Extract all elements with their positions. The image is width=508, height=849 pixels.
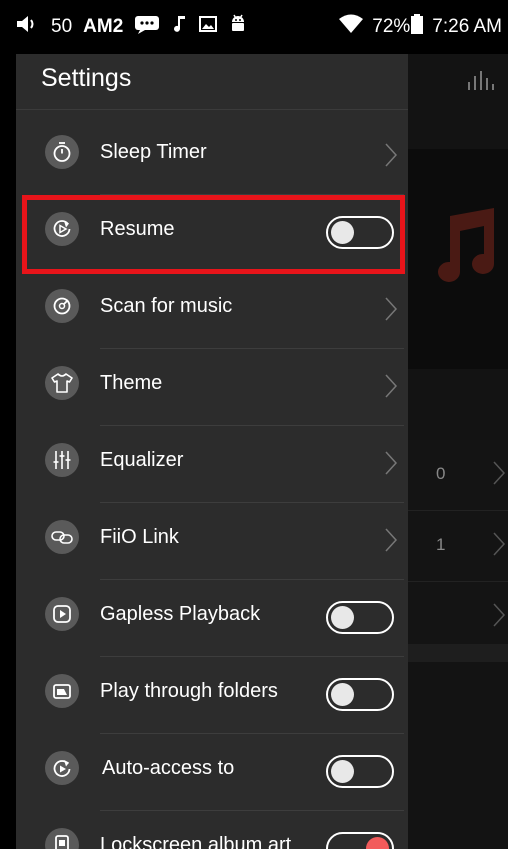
play-through-folders-toggle[interactable]	[326, 678, 394, 711]
music-note-small-icon	[171, 14, 187, 40]
background-rows: 0 1	[408, 440, 508, 653]
chevron-right-icon	[492, 602, 506, 633]
chevron-right-icon	[384, 373, 398, 399]
folder-play-icon	[45, 674, 79, 708]
chevron-right-icon	[492, 460, 506, 491]
timer-icon	[45, 135, 79, 169]
settings-item-scan-for-music[interactable]: Scan for music	[16, 272, 408, 349]
theme-shirt-icon	[45, 366, 79, 400]
resume-highlight-box	[22, 195, 405, 274]
background-row[interactable]	[408, 582, 508, 653]
volume-icon	[16, 14, 40, 40]
toggle-knob	[331, 760, 354, 783]
settings-item-gapless-playback[interactable]: Gapless Playback	[16, 580, 408, 657]
music-note-icon	[428, 206, 500, 286]
toggle-knob	[331, 683, 354, 706]
settings-drawer: Settings Sleep Timer Resume Scan for mus…	[16, 54, 408, 849]
volume-level: 50	[51, 16, 73, 37]
gapless-icon	[45, 597, 79, 631]
chevron-right-icon	[384, 142, 398, 168]
lockscreen-album-art-toggle[interactable]	[326, 832, 394, 849]
gallery-icon	[198, 14, 218, 40]
android-icon	[229, 13, 247, 41]
chevron-right-icon	[384, 296, 398, 322]
battery-icon	[410, 13, 424, 41]
status-right: 72% 7:26 AM	[338, 0, 502, 54]
status-bar: 50 AM2 72% 7:26 AM	[0, 0, 508, 54]
background-separator	[408, 644, 508, 662]
toggle-knob	[331, 606, 354, 629]
toggle-knob	[366, 837, 389, 849]
settings-item-label: Sleep Timer	[100, 141, 207, 163]
background-row-value: 1	[436, 535, 446, 554]
settings-item-equalizer[interactable]: Equalizer	[16, 426, 408, 503]
battery-percent: 72%	[372, 16, 411, 37]
auto-access-icon	[45, 751, 79, 785]
settings-item-label: Equalizer	[100, 449, 184, 471]
settings-item-label: Auto-access to	[102, 757, 235, 779]
wifi-icon	[338, 14, 364, 40]
settings-item-lockscreen-album-art[interactable]: Lockscreen album art	[16, 811, 408, 849]
background-row[interactable]: 0	[408, 440, 508, 511]
background-row-value: 0	[436, 464, 446, 483]
settings-item-sleep-timer[interactable]: Sleep Timer	[16, 118, 408, 195]
drawer-title: Settings	[41, 64, 132, 92]
settings-item-label: Theme	[100, 372, 163, 394]
message-icon	[134, 14, 160, 40]
equalizer-icon	[45, 443, 79, 477]
settings-item-label: Gapless Playback	[100, 603, 261, 625]
settings-item-play-through-folders[interactable]: Play through folders	[16, 657, 408, 734]
settings-item-fiio-link[interactable]: FiiO Link	[16, 503, 408, 580]
chevron-right-icon	[384, 450, 398, 476]
chevron-right-icon	[384, 527, 398, 553]
settings-item-label: Play through folders	[100, 680, 278, 702]
scan-icon	[45, 289, 79, 323]
lockscreen-icon	[45, 828, 79, 849]
carrier-label: AM2	[83, 16, 124, 37]
chevron-right-icon	[492, 531, 506, 562]
settings-item-theme[interactable]: Theme	[16, 349, 408, 426]
status-left: 50 AM2	[16, 0, 247, 54]
background-player: 0 1	[408, 54, 508, 849]
settings-item-label: Lockscreen album art	[100, 834, 292, 849]
divider	[16, 109, 408, 110]
settings-item-auto-access[interactable]: Auto-access to	[16, 734, 408, 811]
settings-item-label: Scan for music	[100, 295, 233, 317]
equalizer-bars-icon[interactable]	[466, 68, 498, 92]
settings-item-label: FiiO Link	[100, 526, 179, 548]
clock: 7:26 AM	[432, 16, 502, 37]
link-icon	[45, 520, 79, 554]
auto-access-toggle[interactable]	[326, 755, 394, 788]
gapless-playback-toggle[interactable]	[326, 601, 394, 634]
background-row[interactable]: 1	[408, 511, 508, 582]
